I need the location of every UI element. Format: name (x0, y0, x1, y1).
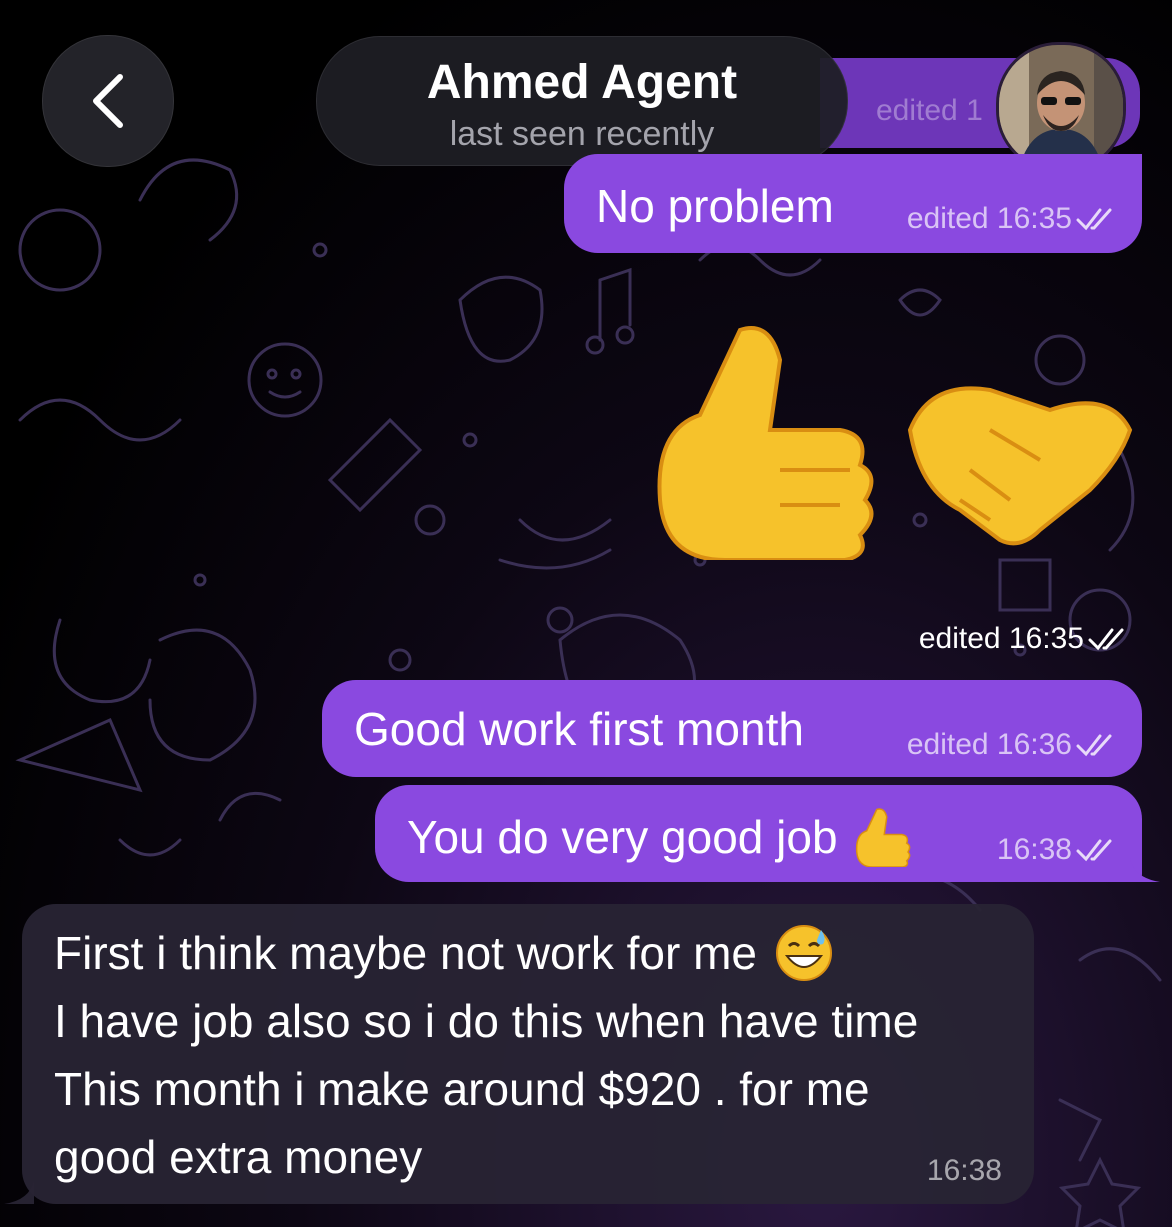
message-text-content: You do very good job (407, 811, 838, 863)
message-status: edited 16:35 (918, 622, 1084, 655)
message-meta: edited 16:35 (907, 202, 1120, 236)
thumbs-up-icon (657, 326, 874, 560)
message-status: edited 16:35 (906, 202, 1072, 235)
chevron-left-icon (93, 74, 123, 128)
message-status: 16:38 (996, 833, 1072, 866)
bubble-tail (1130, 858, 1160, 882)
message-line: good extra money (54, 1131, 423, 1183)
outgoing-message[interactable]: No problem edited 16:35 (564, 154, 1142, 253)
message-text: Good work first month (354, 703, 804, 755)
message-line: I have job also so i do this when have t… (54, 995, 919, 1047)
grinning-sweat-emoji-icon (775, 925, 832, 981)
message-meta: edited 16:35 (862, 614, 1132, 664)
message-meta: edited 1 (876, 94, 983, 127)
double-check-icon (1076, 839, 1112, 862)
message-line: First i think maybe not work for me (54, 924, 833, 982)
outgoing-message[interactable]: Good work first month edited 16:36 (322, 680, 1142, 777)
handshake-icon (907, 386, 1133, 546)
message-text: No problem (596, 180, 834, 232)
back-button[interactable] (42, 35, 174, 167)
double-check-icon (1076, 734, 1112, 757)
message-line-text: First i think maybe not work for me (54, 927, 757, 979)
outgoing-message[interactable]: You do very good job 16:38 (375, 785, 1160, 882)
double-check-icon (1076, 208, 1112, 231)
contact-name: Ahmed Agent (426, 56, 738, 109)
double-check-icon (1088, 628, 1124, 651)
incoming-message[interactable]: First i think maybe not work for me I ha… (4, 904, 1034, 1204)
message-text: You do very good job (407, 807, 912, 867)
contact-status: last seen recently (449, 115, 715, 153)
bubble-tail (4, 1180, 34, 1204)
message-line: This month i make around $920 . for me (54, 1063, 870, 1115)
thumbs-up-emoji-icon (855, 808, 910, 867)
emoji-message[interactable] (650, 320, 1140, 570)
chat-header[interactable]: Ahmed Agent last seen recently (316, 36, 848, 166)
message-status: edited 16:36 (906, 728, 1072, 761)
avatar-photo (999, 45, 1123, 169)
avatar[interactable] (996, 42, 1126, 172)
message-meta: edited 16:36 (907, 728, 1120, 762)
message-time: 16:38 (926, 1154, 1002, 1187)
chat-screen: edited 1 Ahmed Agent last seen recently … (0, 0, 1172, 1227)
message-meta: 16:38 (997, 833, 1120, 867)
